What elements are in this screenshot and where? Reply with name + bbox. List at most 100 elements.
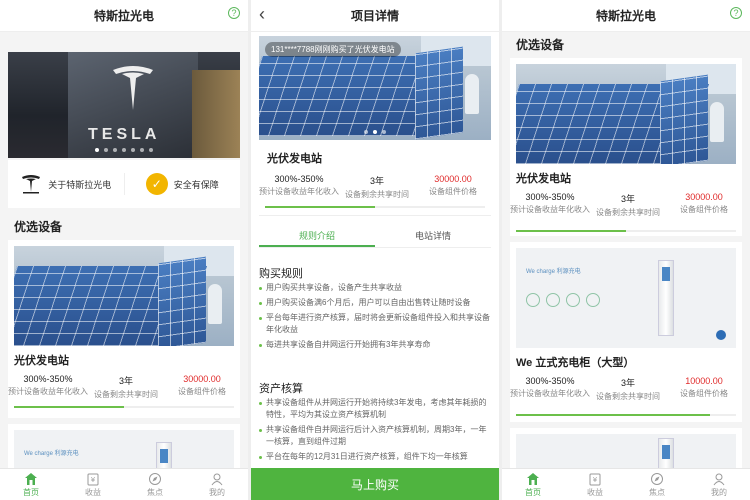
carousel-dots [259,130,491,134]
tab-home-label: 首页 [23,487,39,497]
banner-shelf [192,70,240,158]
detail-title: 项目详情 [350,9,399,23]
detail-photo-carousel[interactable]: 131****7788刚刚购买了光伏发电站 [259,36,491,140]
progress-bar [265,206,485,208]
price-label: 设备组件价格 [680,389,728,398]
app-header: 特斯拉光电 ? [0,0,248,32]
question-circle-icon[interactable]: ? [228,7,240,19]
yield-value: 300%-350% [525,376,575,386]
wallet-icon: ¥ [87,473,99,485]
safety-link[interactable]: ✓ 安全有保障 [123,173,241,195]
progress-bar [516,414,736,416]
list-item: 用户购买共享设备，设备产生共享收益 [259,282,493,294]
chevron-left-icon[interactable]: ‹ [259,4,265,25]
detail-tabs: 规则介绍 电站详情 [259,226,491,248]
yield-label: 预计设备收益年化收入 [259,187,339,196]
term-value: 3年 [620,194,635,204]
banner-carousel[interactable]: TESLA [8,52,240,158]
list-item: 每进共享设备自并网运行开始拥有3年共享寿命 [259,339,493,351]
solar-panels-photo [14,246,234,346]
ev-charger-photo [516,434,736,468]
product-stats: 300%-350% 预计设备收益年化收入 3年设备剩余共享时间 30000.00 设… [510,192,742,218]
solar-panels-photo [516,64,736,164]
assets-heading: 资产核算 [259,383,303,395]
rules-heading: 购买规则 [259,268,303,280]
tab-bar: 首页 ¥ 收益 焦点 我的 [0,468,248,500]
tab-earnings[interactable]: ¥ 收益 [564,469,626,500]
term-value: 3年 [118,376,133,386]
tab-earnings-label: 收益 [85,487,101,497]
yield-value: 300%-350% [23,374,73,384]
term-label: 设备剩余共享时间 [596,392,660,401]
compass-icon [651,472,663,485]
list-item: 平台在每年的12月31日进行资产核算，组件下均一年核算 [259,451,493,463]
detail-stats: 300%-350% 预计设备收益年化收入 3年 设备剩余共享时间 30000.00 设… [259,174,491,200]
banner-brand-word: TESLA [88,126,161,143]
tab-mine-label: 我的 [209,487,225,497]
carousel-dots [8,148,240,152]
price-value: 10000.00 [685,376,723,386]
ev-charger-photo: We charge 利源充电 [516,248,736,348]
user-icon [713,473,725,485]
yield-value: 300%-350% [274,174,324,184]
product-card[interactable]: 光伏发电站 300%-350% 预计设备收益年化收入 3年 设备剩余共享时间 300… [510,58,742,236]
buy-now-button[interactable]: 马上购买 [251,468,499,500]
svg-text:¥: ¥ [593,476,598,484]
product-name: 光伏发电站 [14,355,69,367]
product-stats: 300%-350% 预计设备收益年化收入 3年 设备剩余共享时间 10000.00 设… [510,376,742,402]
tab-home[interactable]: 首页 [0,469,62,500]
section-title: 优选设备 [14,220,63,234]
app-title: 特斯拉光电 [595,9,656,23]
progress-bar [516,230,736,232]
home-icon [25,472,37,485]
question-circle-icon[interactable]: ? [730,7,742,19]
detail-screen: ‹ 项目详情 131****7788刚刚购买了光伏发电站 光伏发电站 300%-… [251,0,499,500]
price-label: 设备组件价格 [178,387,226,396]
about-link[interactable]: 关于特斯拉光电 [8,173,124,195]
list-item: 共享设备组件从并网运行开始将持续3年发电，考虑其年耗损的特性，平均为其设立资产核… [259,397,493,421]
shield-check-icon: ✓ [145,173,168,195]
tab-earnings[interactable]: ¥ 收益 [62,469,124,500]
user-icon [211,473,223,485]
list-item: 共享设备组件自并网运行后计入资产核算机制，周期3年，一年一核算，直到组件过期 [259,424,493,448]
tab-home-label: 首页 [525,487,541,497]
price-value: 30000.00 [434,174,472,184]
yield-value: 300%-350% [525,192,575,202]
app-title: 特斯拉光电 [93,9,154,23]
tab-focus-label: 焦点 [147,487,163,497]
product-card[interactable]: We charge 利源充电 We 立式充电柜（大型） 300%-350% 预计设… [510,242,742,422]
price-label: 设备组件价格 [680,205,728,214]
product-card[interactable]: 光伏发电站 300%-350% 预计设备收益年化收入 3年 设备剩余共享时间 300… [8,240,240,418]
tab-earnings-label: 收益 [587,487,603,497]
detail-summary-card: 光伏发电站 300%-350% 预计设备收益年化收入 3年 设备剩余共享时间 300… [259,140,491,216]
term-label: 设备剩余共享时间 [345,190,409,199]
wallet-icon: ¥ [589,473,601,485]
progress-bar [14,406,234,408]
tab-home[interactable]: 首页 [502,469,564,500]
detail-product-name: 光伏发电站 [267,153,322,165]
tab-focus[interactable]: 焦点 [124,469,186,500]
price-label: 设备组件价格 [429,187,477,196]
yield-label: 预计设备收益年化收入 [8,387,88,396]
app-header: 特斯拉光电 ? [502,0,750,32]
list-item: 用户购买设备满6个月后，用户可以自由出售转让随时设备 [259,297,493,309]
yield-label: 预计设备收益年化收入 [510,389,590,398]
tab-mine-label: 我的 [711,487,727,497]
rules-list: 用户购买共享设备，设备产生共享收益 用户购买设备满6个月后，用户可以自由出售转让… [259,282,493,354]
tab-focus[interactable]: 焦点 [626,469,688,500]
tab-station-details[interactable]: 电站详情 [375,226,491,247]
tab-bar: 首页 ¥ 收益 焦点 我的 [502,468,750,500]
purchase-toast: 131****7788刚刚购买了光伏发电站 [265,42,401,57]
feature-row: 关于特斯拉光电 ✓ 安全有保障 [8,160,240,208]
price-value: 30000.00 [685,192,723,202]
home-screen: 特斯拉光电 ? TESLA 关于特斯拉光电 ✓ 安全有保障 优选设备 光伏发电站… [0,0,248,500]
yield-label: 预计设备收益年化收入 [510,205,590,214]
tab-rules[interactable]: 规则介绍 [259,226,375,247]
svg-text:¥: ¥ [91,476,96,484]
tab-mine[interactable]: 我的 [688,469,750,500]
home-screen-scrolled: 特斯拉光电 ? 优选设备 光伏发电站 300%-350% 预计设备收益年化收入 3… [502,0,750,500]
term-label: 设备剩余共享时间 [596,208,660,217]
list-item: 平台每年进行资产核算，届时将会更新设备组件投入和共享设备年化收益 [259,312,493,336]
tab-mine[interactable]: 我的 [186,469,248,500]
product-card[interactable] [510,428,742,468]
